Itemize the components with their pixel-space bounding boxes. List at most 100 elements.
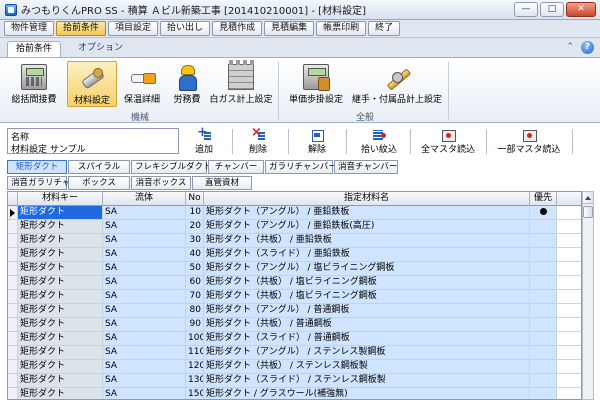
cell-fluid[interactable]: SA	[103, 276, 186, 289]
cell-no[interactable]: 130	[186, 374, 204, 387]
cell-fluid[interactable]: SA	[103, 346, 186, 359]
add-button[interactable]: 追加	[184, 125, 224, 156]
tab-pre-conditions[interactable]: 拾前条件	[7, 41, 62, 57]
takeoff-filter-button[interactable]: 拾い紋込	[354, 127, 404, 156]
cell-material-name[interactable]: 矩形ダクト（スライド） / 亜鉛鉄板	[204, 248, 530, 261]
menu-takeoff[interactable]: 拾い出し	[160, 21, 211, 36]
column-header-priority[interactable]: 優先	[530, 192, 557, 206]
cell-no[interactable]: 100	[186, 332, 204, 345]
cell-priority[interactable]	[530, 206, 557, 219]
cell-material-key[interactable]: 矩形ダクト	[18, 318, 103, 331]
cell-no[interactable]: 150	[186, 388, 204, 399]
minimize-button[interactable]: —	[514, 2, 538, 17]
tab-options[interactable]: オプション	[70, 41, 131, 57]
cell-priority[interactable]	[530, 346, 557, 359]
cell-material-name[interactable]: 矩形ダクト（スライド） / 普通鋼板	[204, 332, 530, 345]
category-straight-pipe[interactable]: 直管資材	[192, 176, 252, 190]
menu-exit[interactable]: 終了	[368, 21, 401, 36]
cell-priority[interactable]	[530, 360, 557, 373]
category-silencer-chamber[interactable]: 消音チャンバー	[334, 160, 398, 174]
menu-estimate-create[interactable]: 見積作成	[212, 21, 263, 36]
cell-no[interactable]: 110	[186, 346, 204, 359]
cell-priority[interactable]	[530, 290, 557, 303]
cell-material-name[interactable]: 矩形ダクト（共板） / ステンレス鋼板製	[204, 360, 530, 373]
cell-material-name[interactable]: 矩形ダクト / グラスウール(補強無)	[204, 388, 530, 399]
cell-material-name[interactable]: 矩形ダクト（共板） / 亜鉛鉄板	[204, 234, 530, 247]
ribbon-collapse-button[interactable]: ⌃	[566, 42, 574, 52]
cell-no[interactable]: 80	[186, 304, 204, 317]
ribbon-button-fitting-settings[interactable]: 継手・付属品計上設定	[352, 61, 442, 107]
cell-fluid[interactable]: SA	[103, 360, 186, 373]
table-row[interactable]: 矩形ダクト SA 20 矩形ダクト（アングル） / 亜鉛鉄板(高圧)	[8, 220, 581, 234]
cell-no[interactable]: 10	[186, 206, 204, 219]
cell-fluid[interactable]: SA	[103, 304, 186, 317]
cell-material-key[interactable]: 矩形ダクト	[18, 206, 103, 219]
load-partial-master-button[interactable]: 一部マスタ読込	[492, 127, 566, 156]
cell-no[interactable]: 20	[186, 220, 204, 233]
cell-material-key[interactable]: 矩形ダクト	[18, 346, 103, 359]
category-silencer-louver[interactable]: 消音ガラリチャ	[7, 176, 70, 190]
table-row[interactable]: 矩形ダクト SA 90 矩形ダクト（共板） / 普通鋼板	[8, 318, 581, 332]
cell-material-name[interactable]: 矩形ダクト（アングル） / 普通鋼板	[204, 304, 530, 317]
cell-no[interactable]: 90	[186, 318, 204, 331]
cell-fluid[interactable]: SA	[103, 318, 186, 331]
cell-fluid[interactable]: SA	[103, 220, 186, 233]
table-row[interactable]: 矩形ダクト SA 120 矩形ダクト（共板） / ステンレス鋼板製	[8, 360, 581, 374]
cell-material-key[interactable]: 矩形ダクト	[18, 374, 103, 387]
cell-material-key[interactable]: 矩形ダクト	[18, 332, 103, 345]
cell-priority[interactable]	[530, 248, 557, 261]
menu-pre-conditions[interactable]: 拾前条件	[56, 21, 107, 36]
cell-material-name[interactable]: 矩形ダクト（共板） / 普通鋼板	[204, 318, 530, 331]
cell-fluid[interactable]: SA	[103, 234, 186, 247]
table-row[interactable]: 矩形ダクト SA 80 矩形ダクト（アングル） / 普通鋼板	[8, 304, 581, 318]
release-button[interactable]: 解除	[297, 127, 337, 156]
menu-report-print[interactable]: 帳票印刷	[316, 21, 367, 36]
cell-no[interactable]: 120	[186, 360, 204, 373]
cell-material-name[interactable]: 矩形ダクト（共板） / 塩ビライニング鋼板	[204, 290, 530, 303]
grid-vertical-scrollbar[interactable]	[582, 191, 594, 400]
cell-priority[interactable]	[530, 234, 557, 247]
ribbon-button-overhead[interactable]: 総括間接費	[3, 61, 65, 107]
ribbon-button-labor-cost[interactable]: 労務費	[167, 61, 207, 107]
table-row[interactable]: 矩形ダクト SA 130 矩形ダクト（スライド） / ステンレス鋼板製	[8, 374, 581, 388]
column-header-no[interactable]: No	[186, 192, 204, 206]
table-row[interactable]: 矩形ダクト SA 50 矩形ダクト（アングル） / 塩ビライニング鋼板	[8, 262, 581, 276]
cell-priority[interactable]	[530, 262, 557, 275]
cell-material-key[interactable]: 矩形ダクト	[18, 276, 103, 289]
cell-material-name[interactable]: 矩形ダクト（アングル） / ステンレス製鋼板	[204, 346, 530, 359]
category-silencer-box[interactable]: 消音ボックス	[131, 176, 191, 190]
cell-fluid[interactable]: SA	[103, 248, 186, 261]
menu-item-settings[interactable]: 項目設定	[108, 21, 159, 36]
cell-fluid[interactable]: SA	[103, 290, 186, 303]
category-rect-duct[interactable]: 矩形ダクト	[7, 160, 67, 174]
ribbon-button-insulation-detail[interactable]: 保温詳細	[119, 61, 165, 107]
menu-estimate-edit[interactable]: 見積編集	[264, 21, 315, 36]
cell-priority[interactable]	[530, 388, 557, 399]
cell-no[interactable]: 60	[186, 276, 204, 289]
table-row[interactable]: 矩形ダクト SA 110 矩形ダクト（アングル） / ステンレス製鋼板	[8, 346, 581, 360]
cell-no[interactable]: 70	[186, 290, 204, 303]
cell-fluid[interactable]: SA	[103, 388, 186, 399]
cell-material-key[interactable]: 矩形ダクト	[18, 220, 103, 233]
menu-property-management[interactable]: 物件管理	[4, 21, 55, 36]
name-field[interactable]: 材料設定 サンプル	[11, 142, 86, 155]
category-box[interactable]: ボックス	[68, 176, 130, 190]
cell-material-name[interactable]: 矩形ダクト（スライド） / ステンレス鋼板製	[204, 374, 530, 387]
table-row[interactable]: 矩形ダクト SA 70 矩形ダクト（共板） / 塩ビライニング鋼板	[8, 290, 581, 304]
category-spiral[interactable]: スパイラル	[68, 160, 130, 174]
table-row[interactable]: 矩形ダクト SA 60 矩形ダクト（共板） / 塩ビライニング鋼板	[8, 276, 581, 290]
cell-material-key[interactable]: 矩形ダクト	[18, 388, 103, 399]
cell-material-key[interactable]: 矩形ダクト	[18, 304, 103, 317]
category-flexible-duct[interactable]: フレキシブルダクト	[131, 160, 212, 174]
help-icon[interactable]: ?	[581, 41, 594, 54]
delete-button[interactable]: 削除	[238, 125, 278, 156]
table-row[interactable]: 矩形ダクト SA 10 矩形ダクト（アングル） / 亜鉛鉄板	[8, 206, 581, 220]
load-all-master-button[interactable]: 全マスタ読込	[416, 127, 480, 156]
cell-fluid[interactable]: SA	[103, 374, 186, 387]
ribbon-button-white-gas-settings[interactable]: 白ガス計上設定	[209, 60, 273, 107]
column-header-material-key[interactable]: 材料キー	[18, 192, 103, 206]
close-button[interactable]: ✕	[566, 2, 596, 17]
cell-no[interactable]: 50	[186, 262, 204, 275]
scroll-up-arrow-icon[interactable]	[583, 192, 593, 204]
cell-priority[interactable]	[530, 304, 557, 317]
